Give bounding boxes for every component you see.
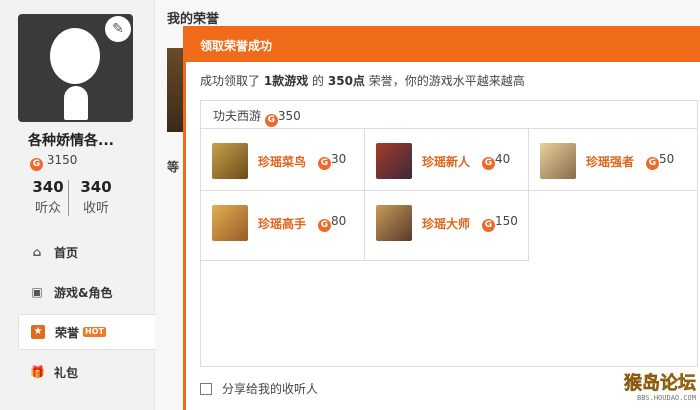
honor-points-value: 40 [495,152,511,166]
coin-icon: G [318,219,331,232]
honor-thumbnail [376,205,412,241]
nav-label: 礼包 [54,365,79,380]
following-label: 收听 [82,201,109,216]
profile-sidebar: ✎ 各种娇情各... G 3150 340 听众 340 收听 ⌂ 首页 ▣ 游… [0,0,155,410]
coin-icon: G [318,157,331,170]
game-row: 功夫西游 G 350 [201,101,697,129]
msg-points: 350点 [327,74,365,88]
watermark-title: 猴岛论坛 [624,373,697,394]
hot-badge: HOT [83,327,106,337]
game-points: 350 [277,109,301,123]
honor-points: G 80 [318,214,346,232]
honor-thumbnail [212,205,248,241]
nav-label: 游戏&角色 [54,285,113,300]
nav-label: 荣誉 [55,325,80,340]
coin-icon: G [646,157,659,170]
listeners-count: 340 [32,178,64,196]
honor-item: 珍瑶大师 G 150 [365,191,529,261]
share-label: 分享给我的收听人 [222,382,319,396]
honor-points: G 40 [482,152,510,170]
dialog-title: 领取荣誉成功 [186,26,700,62]
home-icon: ⌂ [32,245,42,259]
honor-name: 珍瑶高手 [258,217,307,231]
honor-item: 珍瑶强者 G 50 [529,129,697,191]
honor-item: 珍瑶菜鸟 G 30 [201,129,365,191]
honor-name: 珍瑶新人 [422,155,471,169]
nav-item-games-roles[interactable]: ▣ 游戏&角色 [18,274,155,310]
honor-points-value: 50 [659,152,675,166]
honor-name: 珍瑶强者 [586,155,635,169]
honor-item: 珍瑶新人 G 40 [365,129,529,191]
avatar-body [64,86,88,120]
star-icon: ★ [31,325,45,339]
coin-balance: G 3150 [30,153,77,171]
msg-count: 1款游戏 [263,74,309,88]
coin-icon: G [30,158,43,171]
honor-points-value: 80 [331,214,347,228]
page-title: 我的荣誉 [167,12,220,27]
forum-watermark: 猴岛论坛 BBS.HOUDAO.COM [600,373,697,406]
honor-box: 功夫西游 G 350 珍瑶菜鸟 G 30 珍瑶新人 G 40 珍瑶强者 G 50 珍瑶高… [200,100,698,367]
avatar[interactable]: ✎ [18,14,133,122]
gamepad-icon: ▣ [31,285,43,299]
nav-item-home[interactable]: ⌂ 首页 [18,234,155,270]
share-checkbox[interactable] [200,382,212,395]
honor-points: G 50 [646,152,674,170]
coin-icon: G [482,219,495,232]
share-option[interactable]: 分享给我的收听人 [200,380,318,397]
coin-balance-value: 3150 [46,153,78,167]
success-message: 成功领取了 1款游戏 的 350点 荣誉，你的游戏水平越来越高 [200,72,525,89]
username: 各种娇情各... [28,133,114,149]
avatar-head [50,28,100,84]
listeners-label: 听众 [34,201,61,216]
stats-divider [68,180,69,216]
coin-icon: G [482,157,495,170]
watermark-url: BBS.HOUDAO.COM [636,394,696,402]
honor-claim-dialog: 领取荣誉成功 成功领取了 1款游戏 的 350点 荣誉，你的游戏水平越来越高 功… [183,26,700,410]
msg-suffix: 荣誉，你的游戏水平越来越高 [368,74,525,88]
honor-thumbnail [212,143,248,179]
game-name: 功夫西游 [213,109,262,123]
listeners-stat[interactable]: 340 听众 [28,178,68,216]
msg-mid: 的 [312,74,325,88]
honor-points-value: 30 [331,152,347,166]
nav-label: 首页 [54,245,79,260]
partial-text: 等 [167,160,180,174]
coin-icon: G [264,114,278,127]
honor-points: G 30 [318,152,346,170]
nav-item-gift[interactable]: 🎁 礼包 [18,354,155,390]
honor-item: 珍瑶高手 G 80 [201,191,365,261]
honor-thumbnail [540,143,576,179]
following-stat[interactable]: 340 收听 [76,178,116,216]
gift-icon: 🎁 [30,365,45,379]
nav-item-honor[interactable]: ★ 荣誉 HOT [18,314,155,350]
honor-points-value: 150 [495,214,518,228]
following-count: 340 [80,178,112,196]
edit-pencil-icon[interactable]: ✎ [105,16,131,42]
honor-name: 珍瑶菜鸟 [258,155,307,169]
sidebar-nav: ⌂ 首页 ▣ 游戏&角色 ★ 荣誉 HOT 🎁 礼包 [18,234,155,394]
honor-name: 珍瑶大师 [422,217,471,231]
honor-thumbnail [376,143,412,179]
honor-points: G 150 [482,214,518,232]
msg-prefix: 成功领取了 [200,74,261,88]
